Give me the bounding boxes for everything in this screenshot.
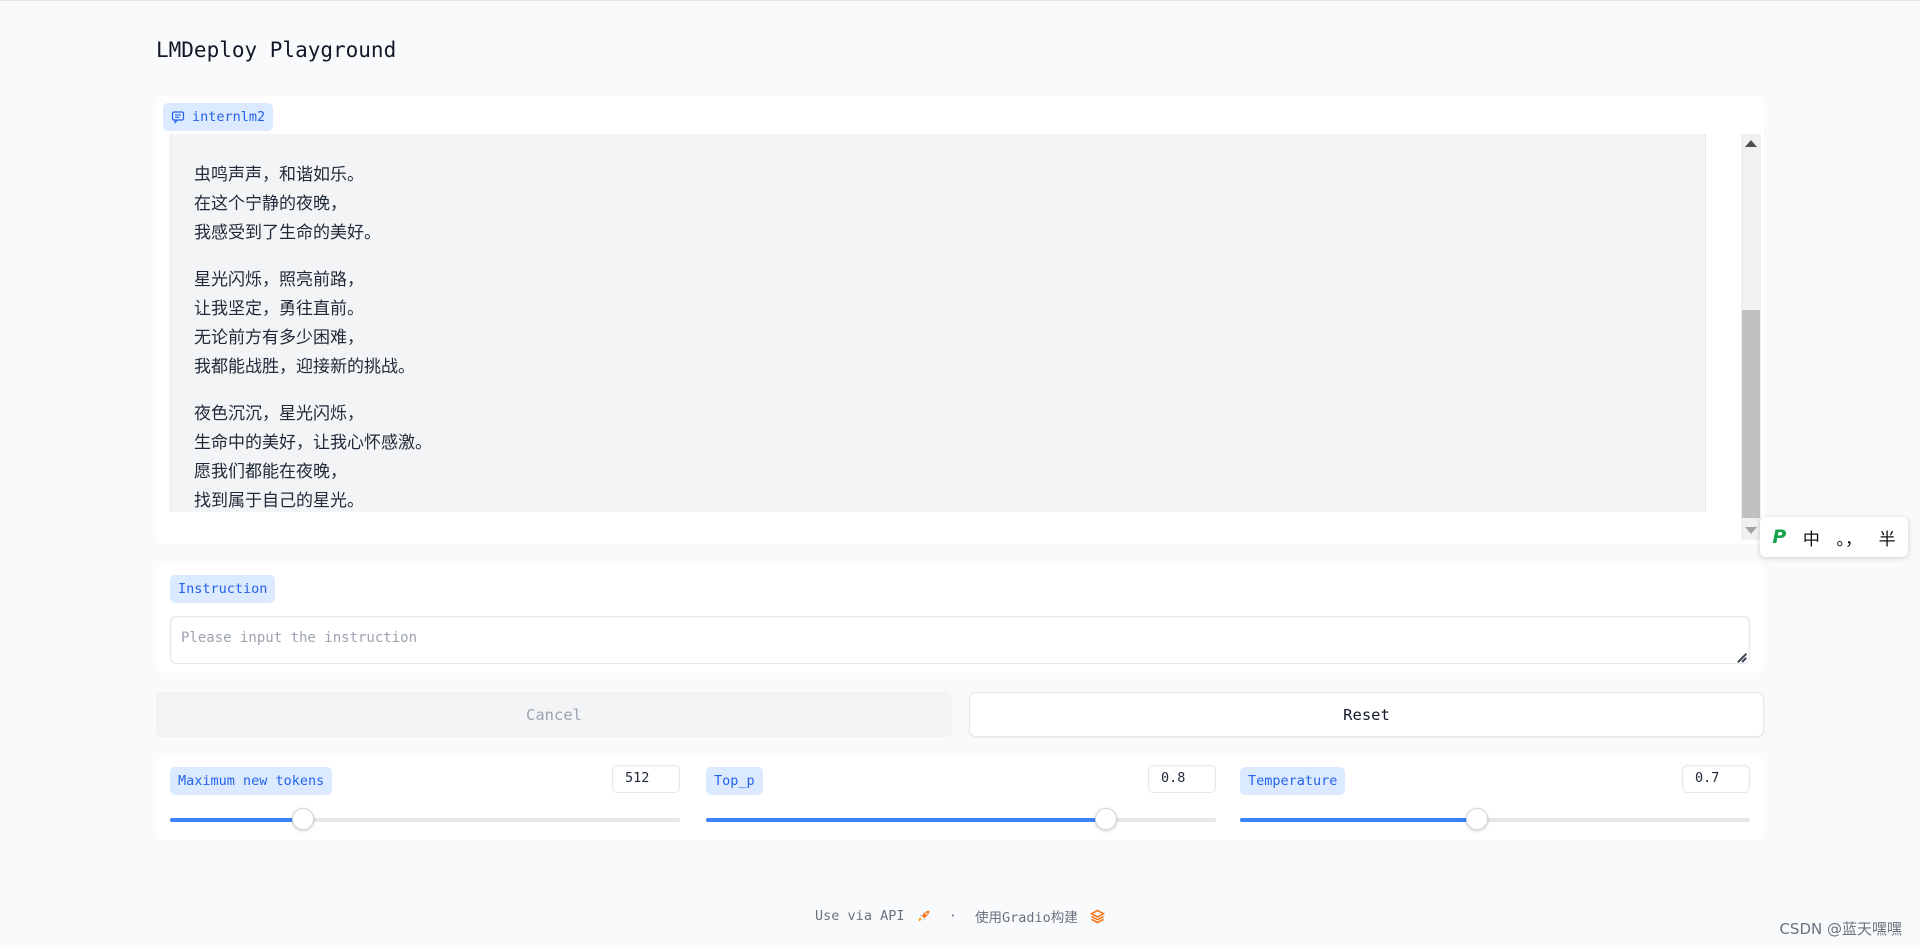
line: 我感受到了生命的美好。 [194,223,381,243]
stanza: 虫鸣声声，和谐如乐。 在这个宁静的夜晚， 我感受到了生命的美好。 [194,161,432,248]
line: 在这个宁静的夜晚， [194,194,347,214]
slider-value-input[interactable]: 0.7 [1682,765,1750,793]
instruction-panel: Instruction [156,564,1764,673]
gradio-logo-icon [1089,909,1105,923]
resize-handle-icon[interactable] [1736,652,1748,662]
slider-track[interactable] [170,808,680,830]
line: 夜色沉沉，星光闪烁， [194,404,364,424]
scroll-down-arrow-icon[interactable] [1745,527,1757,534]
slider-fill [170,818,303,822]
slider-label: Temperature [1240,767,1346,795]
instruction-input[interactable] [170,616,1750,664]
slider-label: Maximum new tokens [170,767,333,795]
slider-fill [706,818,1107,822]
ime-width-toggle[interactable]: 半 [1879,525,1896,550]
max-new-tokens-slider[interactable]: Maximum new tokens 512 [170,756,680,840]
ime-logo-icon[interactable]: P [1772,526,1786,548]
scrollbar-thumb[interactable] [1742,310,1760,518]
slider-label: Top_p [706,767,763,795]
ime-punct-toggle[interactable]: 。， [1837,525,1863,550]
message-text: 虫鸣声声，和谐如乐。 在这个宁静的夜晚， 我感受到了生命的美好。 星光闪烁，照亮… [194,161,432,512]
built-with-gradio-link[interactable]: 使用Gradio构建 [975,910,1078,926]
scroll-up-arrow-icon[interactable] [1745,140,1757,147]
chat-messages[interactable]: 虫鸣声声，和谐如乐。 在这个宁静的夜晚， 我感受到了生命的美好。 星光闪烁，照亮… [170,134,1706,512]
instruction-label: Instruction [170,575,276,603]
slider-thumb[interactable] [291,808,314,830]
chatbot-label-text: internlm2 [192,109,266,125]
line: 愿我们都能在夜晚， [194,462,347,482]
cancel-button[interactable]: Cancel [156,692,952,737]
line: 让我坚定，勇往直前。 [194,299,364,319]
top-p-slider[interactable]: Top_p 0.8 [706,756,1216,840]
slider-thumb[interactable] [1466,808,1489,830]
stanza: 夜色沉沉，星光闪烁， 生命中的美好，让我心怀感激。 愿我们都能在夜晚， 找到属于… [194,400,432,512]
slider-value-input[interactable]: 0.8 [1148,765,1216,793]
stanza: 星光闪烁，照亮前路， 让我坚定，勇往直前。 无论前方有多少困难， 我都能战胜，迎… [194,266,432,382]
footer-separator: · [948,908,957,924]
line: 我都能战胜，迎接新的挑战。 [194,357,415,377]
slider-fill [1240,818,1478,822]
line: 找到属于自己的星光。 [194,491,364,511]
slider-value-input[interactable]: 512 [612,765,680,793]
slider-track[interactable] [706,808,1216,830]
chatbot-panel: internlm2 虫鸣声声，和谐如乐。 在这个宁静的夜晚， 我感受到了生命的美… [156,96,1764,544]
page-title: LMDeploy Playground [156,38,397,62]
chatbot-label: internlm2 [163,103,274,131]
line: 星光闪烁，照亮前路， [194,270,364,290]
use-via-api-link[interactable]: Use via API [815,908,904,924]
reset-button[interactable]: Reset [969,692,1764,737]
ime-mode-toggle[interactable]: 中 [1803,525,1820,550]
line: 生命中的美好，让我心怀感激。 [194,433,432,453]
footer: Use via API · 使用Gradio构建 [0,906,1920,926]
bot-message: 虫鸣声声，和谐如乐。 在这个宁静的夜晚， 我感受到了生命的美好。 星光闪烁，照亮… [170,134,1706,512]
slider-track[interactable] [1240,808,1750,830]
line: 虫鸣声声，和谐如乐。 [194,165,364,185]
temperature-slider[interactable]: Temperature 0.7 [1240,756,1750,840]
csdn-watermark: CSDN @蓝天嘿嘿 [1779,920,1902,938]
chat-icon [171,111,185,124]
sliders-panel: Maximum new tokens 512 Top_p 0.8 Tempera… [156,756,1764,840]
line: 无论前方有多少困难， [194,328,364,348]
ime-toolbar[interactable]: P 中 。， 半 [1760,517,1908,557]
chat-scrollbar[interactable] [1741,134,1761,540]
top-divider [0,0,1920,1]
slider-thumb[interactable] [1095,808,1118,830]
rocket-icon [917,910,930,922]
